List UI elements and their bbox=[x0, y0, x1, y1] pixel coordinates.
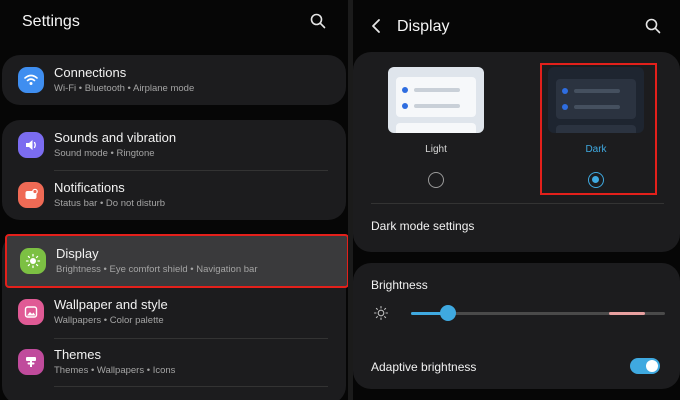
search-icon[interactable] bbox=[643, 16, 663, 36]
light-theme-preview[interactable] bbox=[388, 67, 484, 133]
adaptive-brightness-toggle[interactable] bbox=[630, 358, 660, 374]
slider-warning-zone bbox=[609, 312, 645, 315]
bell-icon bbox=[18, 182, 44, 208]
item-title: Notifications bbox=[54, 180, 125, 195]
connections-card: Connections Wi-Fi • Bluetooth • Airplane… bbox=[2, 55, 346, 105]
toggle-knob bbox=[646, 360, 658, 372]
item-title: Sounds and vibration bbox=[54, 130, 177, 145]
themes-icon bbox=[18, 349, 44, 375]
brightness-label: Brightness bbox=[371, 278, 428, 292]
speaker-icon bbox=[18, 132, 44, 158]
settings-item-sounds[interactable]: Sounds and vibration Sound mode • Ringto… bbox=[2, 120, 346, 170]
item-title: Themes bbox=[54, 347, 101, 362]
item-subtitle: Wi-Fi • Bluetooth • Airplane mode bbox=[54, 83, 195, 94]
light-theme-radio[interactable] bbox=[428, 172, 444, 188]
back-chevron-icon[interactable] bbox=[366, 16, 386, 36]
brightness-sun-icon bbox=[373, 305, 389, 326]
settings-item-connections[interactable]: Connections Wi-Fi • Bluetooth • Airplane… bbox=[2, 55, 346, 105]
theme-mode-card: Light Dark Dark mode settings bbox=[353, 52, 680, 252]
brightness-card: Brightness Adaptive brightness bbox=[353, 263, 680, 389]
item-title: Display bbox=[56, 246, 99, 261]
item-subtitle: Sound mode • Ringtone bbox=[54, 148, 155, 159]
settings-panel: Settings Connections Wi-Fi • Bluetooth •… bbox=[0, 0, 348, 400]
search-icon[interactable] bbox=[308, 11, 328, 31]
item-subtitle: Brightness • Eye comfort shield • Naviga… bbox=[56, 264, 258, 275]
sounds-notifications-card: Sounds and vibration Sound mode • Ringto… bbox=[2, 120, 346, 220]
dark-mode-settings-link[interactable]: Dark mode settings bbox=[371, 219, 474, 233]
display-row-content: Display Brightness • Eye comfort shield … bbox=[4, 236, 347, 286]
display-panel: Display Light Dark Dark mode settings Br… bbox=[353, 0, 680, 400]
divider bbox=[371, 203, 664, 204]
light-theme-label: Light bbox=[425, 144, 447, 155]
item-subtitle: Wallpapers • Color palette bbox=[54, 315, 164, 326]
page-title: Settings bbox=[22, 13, 80, 30]
image-icon bbox=[18, 299, 44, 325]
item-title: Connections bbox=[54, 65, 127, 80]
slider-thumb[interactable] bbox=[440, 305, 457, 321]
item-subtitle: Themes • Wallpapers • Icons bbox=[54, 365, 176, 376]
settings-item-themes[interactable]: Themes Themes • Wallpapers • Icons bbox=[2, 337, 346, 387]
sun-icon bbox=[20, 248, 46, 274]
brightness-slider[interactable] bbox=[411, 303, 665, 323]
item-subtitle: Status bar • Do not disturb bbox=[54, 198, 166, 209]
wifi-icon bbox=[18, 67, 44, 93]
settings-item-wallpaper[interactable]: Wallpaper and style Wallpapers • Color p… bbox=[2, 288, 346, 336]
page-title: Display bbox=[397, 18, 450, 35]
item-title: Wallpaper and style bbox=[54, 297, 168, 312]
settings-item-display[interactable]: Display Brightness • Eye comfort shield … bbox=[5, 234, 348, 288]
adaptive-brightness-label: Adaptive brightness bbox=[371, 360, 477, 374]
dark-theme-highlight bbox=[540, 63, 657, 195]
settings-item-notifications[interactable]: Notifications Status bar • Do not distur… bbox=[2, 170, 346, 220]
